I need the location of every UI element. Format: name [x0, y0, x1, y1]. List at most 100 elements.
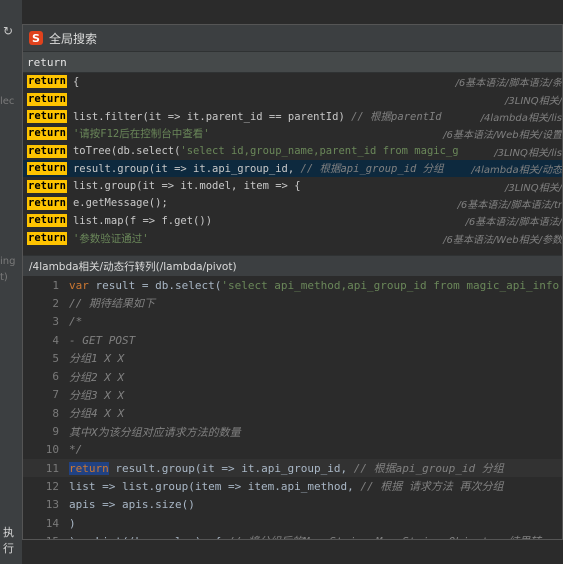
result-path: /6基本语法/脚本语法/ — [465, 217, 562, 229]
code-text: 其中X为该分组对应请求方法的数量 — [69, 425, 241, 439]
line-number: 12 — [45, 479, 59, 493]
run-label[interactable]: 执行 — [3, 524, 22, 556]
search-result-row[interactable]: return list.filter(it => it.parent_id == … — [23, 108, 562, 125]
result-path: /6基本语法/Web相关/参数 — [443, 234, 562, 246]
match-highlight: return — [27, 127, 67, 141]
preview-path: /4lambda相关/动态行转列(/lambda/pivot) — [23, 255, 562, 276]
background-toolbar — [0, 0, 563, 22]
line-number: 2 — [52, 296, 59, 310]
line-number: 1 — [52, 278, 59, 292]
code-line: 1 var result = db.select('select api_meth… — [23, 276, 562, 294]
code-text: /* — [69, 315, 83, 329]
match-highlight: return — [27, 92, 67, 106]
code-text: // 期待结果如下 — [69, 297, 155, 311]
search-result-row[interactable]: return '请按F12后在控制台中查看' /6基本语法/Web相关/设置 — [23, 125, 562, 142]
background-text-fragment: ing — [0, 256, 16, 267]
line-number: 13 — [45, 498, 59, 512]
line-number: 4 — [52, 333, 59, 347]
code-text: ) — [69, 516, 76, 530]
result-path: /6基本语法/脚本语法/tr — [457, 199, 562, 211]
result-snippet: list.map(f => f.get()) — [72, 214, 213, 227]
match-highlight: return — [27, 179, 67, 193]
result-snippet: '请按F12后在控制台中查看' — [72, 128, 210, 141]
search-result-row[interactable]: return result.group(it => it.api_group_id… — [23, 159, 562, 178]
search-input[interactable] — [27, 55, 562, 69]
result-path: /6基本语法/脚本语法/条 — [455, 78, 562, 90]
result-path: /3LINQ相关/ — [505, 95, 562, 107]
result-path: /4lambda相关/动态 — [467, 161, 562, 177]
search-result-row[interactable]: return list.group(it => it.model, item =>… — [23, 177, 562, 194]
code-line: 13 apis => apis.size() — [23, 496, 562, 514]
background-sidebar: ↻ lec ing t) 执行 — [0, 0, 22, 564]
search-results-list: return{/6基本语法/脚本语法/条 return/3LINQ相关/retur… — [23, 73, 562, 255]
code-line: 14 ) — [23, 514, 562, 532]
line-number: 10 — [45, 443, 59, 457]
line-number: 11 — [45, 461, 59, 475]
code-text: list => list.group(item => item.api_meth… — [69, 480, 504, 494]
code-line: 8 分组4 X X — [23, 404, 562, 422]
match-highlight: return — [27, 144, 67, 158]
search-result-row[interactable]: return e.getMessage(); /6基本语法/脚本语法/tr — [23, 195, 562, 212]
result-snippet: { — [72, 75, 80, 88]
match-highlight: return — [27, 162, 67, 176]
global-search-popup: S 全局搜索 return{/6基本语法/脚本语法/条return/3LINQ相… — [22, 24, 563, 540]
background-text-fragment: t) — [0, 272, 8, 283]
app-logo-icon: S — [29, 31, 43, 45]
code-line: 2 // 期待结果如下 — [23, 294, 562, 312]
match-highlight: return — [27, 109, 67, 123]
result-snippet: list.group(it => it.model, item => { — [72, 180, 301, 193]
search-result-row[interactable]: return { /6基本语法/脚本语法/条 — [23, 73, 562, 90]
result-snippet: '参数验证通过' — [72, 232, 149, 245]
search-bar — [23, 51, 562, 73]
code-preview[interactable]: 1 var result = db.select('select api_meth… — [23, 276, 562, 539]
code-text: */ — [69, 443, 83, 457]
result-snippet: e.getMessage(); — [72, 197, 168, 210]
match-highlight: return — [27, 75, 67, 89]
code-line: 7 分组3 X X — [23, 386, 562, 404]
code-text: return result.group(it => it.api_group_i… — [69, 462, 504, 476]
result-snippet: list.filter(it => it.parent_id == parent… — [72, 110, 442, 123]
code-line: 15).asList((key,value)=>{ // 将分组后的Map<St… — [23, 532, 562, 539]
line-number: 15 — [23, 535, 69, 539]
code-line: 12 list => list.group(item => item.api_m… — [23, 477, 562, 495]
code-line: 3 /* — [23, 313, 562, 331]
code-line: 5 分组1 X X — [23, 349, 562, 367]
line-number: 3 — [52, 315, 59, 329]
code-text: - GET POST — [69, 333, 136, 347]
line-number: 7 — [52, 388, 59, 402]
code-line: 9 其中X为该分组对应请求方法的数量 — [23, 422, 562, 440]
refresh-icon[interactable]: ↻ — [3, 24, 13, 38]
code-text: var result = db.select('select api_metho… — [69, 278, 560, 292]
search-result-row[interactable]: return list.map(f => f.get()) /6基本语法/脚本语法/ — [23, 212, 562, 229]
code-text: ).asList((key,value)=>{ // 将分组后的Map<Stri… — [69, 533, 541, 539]
line-number: 5 — [52, 351, 59, 365]
search-result-row[interactable]: return toTree(db.select('select id,group_… — [23, 143, 562, 160]
result-path: /4lambda相关/lis — [480, 112, 562, 124]
match-highlight: return — [27, 231, 67, 245]
result-snippet: toTree(db.select('select id,group_name,p… — [72, 145, 459, 158]
search-result-row[interactable]: return/3LINQ相关/ — [23, 90, 562, 107]
search-result-row[interactable]: return '参数验证通过' /6基本语法/Web相关/参数 — [23, 230, 562, 247]
code-line: 10 */ — [23, 441, 562, 459]
code-line: 4 - GET POST — [23, 331, 562, 349]
match-highlight: return — [27, 196, 67, 210]
code-text: 分组2 X X — [69, 370, 125, 384]
line-number: 8 — [52, 406, 59, 420]
line-number: 14 — [45, 516, 59, 530]
line-number: 6 — [52, 370, 59, 384]
line-number: 9 — [52, 425, 59, 439]
result-snippet: result.group(it => it.api_group_id, // 根… — [72, 163, 444, 176]
popup-title: 全局搜索 — [49, 31, 98, 46]
result-path: /3LINQ相关/lis — [494, 147, 562, 159]
background-text-fragment: lec — [0, 96, 15, 107]
popup-titlebar[interactable]: S 全局搜索 — [23, 25, 562, 51]
code-text: 分组1 X X — [69, 352, 125, 366]
code-line: 6 分组2 X X — [23, 367, 562, 385]
code-text: 分组3 X X — [69, 388, 125, 402]
result-path: /6基本语法/Web相关/设置 — [443, 130, 562, 142]
code-text: apis => apis.size() — [69, 498, 195, 512]
code-line: 11 return result.group(it => it.api_group… — [23, 458, 562, 478]
match-highlight: return — [27, 214, 67, 228]
code-text: 分组4 X X — [69, 407, 125, 421]
result-path: /3LINQ相关/ — [505, 182, 562, 194]
